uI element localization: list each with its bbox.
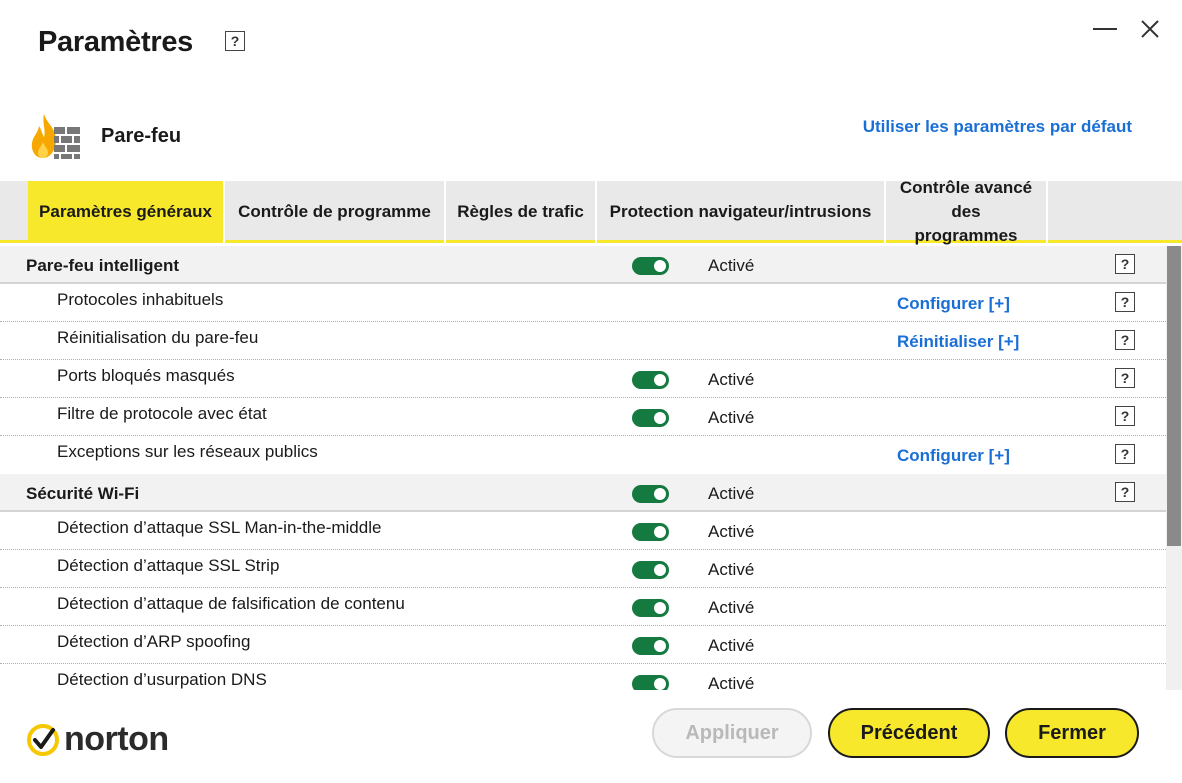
- row-label: Détection d’attaque de falsification de …: [57, 594, 405, 613]
- table-row: Ports bloqués masqués Activé ?: [0, 360, 1166, 398]
- row-state: Activé: [708, 256, 755, 275]
- table-row: Détection d’attaque SSL Man-in-the-middl…: [0, 512, 1166, 550]
- norton-check-icon: [27, 723, 59, 756]
- configure-link[interactable]: Configurer [+]: [897, 294, 1010, 314]
- toggle-switch[interactable]: [632, 675, 669, 690]
- row-label: Pare-feu intelligent: [26, 256, 180, 275]
- row-help-icon[interactable]: ?: [1115, 482, 1135, 502]
- table-row: Réinitialisation du pare-feu Réinitialis…: [0, 322, 1166, 360]
- settings-table: Pare-feu intelligent Activé ? Protocoles…: [0, 246, 1166, 690]
- table-row: Filtre de protocole avec état Activé ?: [0, 398, 1166, 436]
- window-title: Paramètres: [38, 26, 193, 58]
- row-state: Activé: [708, 484, 755, 503]
- row-label: Détection d’attaque SSL Strip: [57, 556, 280, 575]
- toggle-switch[interactable]: [632, 409, 669, 427]
- minimize-icon[interactable]: [1093, 28, 1117, 30]
- row-help-icon[interactable]: ?: [1115, 254, 1135, 274]
- row-state: Activé: [708, 408, 755, 427]
- tab-browser-intrusion-protection[interactable]: Protection navigateur/intrusions: [597, 181, 886, 243]
- row-help-icon[interactable]: ?: [1115, 444, 1135, 464]
- tab-bar: Paramètres généraux Contrôle de programm…: [0, 178, 1182, 245]
- table-row: Détection d’usurpation DNS Activé: [0, 664, 1166, 690]
- row-label: Détection d’ARP spoofing: [57, 632, 251, 651]
- section-title: Pare-feu: [101, 125, 182, 147]
- row-label: Sécurité Wi-Fi: [26, 484, 140, 503]
- row-label: Détection d’attaque SSL Man-in-the-middl…: [57, 518, 382, 537]
- row-help-icon[interactable]: ?: [1115, 330, 1135, 350]
- row-state: Activé: [708, 674, 755, 690]
- row-help-icon[interactable]: ?: [1115, 406, 1135, 426]
- scrollbar-thumb[interactable]: [1167, 246, 1181, 546]
- table-row: Détection d’attaque SSL Strip Activé: [0, 550, 1166, 588]
- toggle-switch[interactable]: [632, 637, 669, 655]
- close-button[interactable]: Fermer: [1005, 708, 1139, 758]
- row-label: Filtre de protocole avec état: [57, 404, 267, 423]
- row-state: Activé: [708, 370, 755, 389]
- configure-link[interactable]: Configurer [+]: [897, 446, 1010, 466]
- toggle-switch[interactable]: [632, 485, 669, 503]
- tab-general-settings[interactable]: Paramètres généraux: [28, 181, 225, 243]
- toggle-switch[interactable]: [632, 599, 669, 617]
- tab-traffic-rules[interactable]: Règles de trafic: [446, 181, 597, 243]
- row-label: Exceptions sur les réseaux publics: [57, 442, 318, 461]
- row-help-icon[interactable]: ?: [1115, 292, 1135, 312]
- row-state: Activé: [708, 598, 755, 617]
- row-help-icon[interactable]: ?: [1115, 368, 1135, 388]
- toggle-switch[interactable]: [632, 523, 669, 541]
- close-icon[interactable]: [1138, 17, 1162, 41]
- group-row-wifi-security: Sécurité Wi-Fi Activé ?: [0, 474, 1166, 512]
- table-row: Détection d’ARP spoofing Activé: [0, 626, 1166, 664]
- use-default-settings-link[interactable]: Utiliser les paramètres par défaut: [863, 117, 1132, 137]
- toggle-switch[interactable]: [632, 257, 669, 275]
- row-state: Activé: [708, 636, 755, 655]
- title-help-icon[interactable]: ?: [225, 31, 245, 51]
- row-label: Ports bloqués masqués: [57, 366, 235, 385]
- previous-button[interactable]: Précédent: [828, 708, 990, 758]
- tab-advanced-program-control[interactable]: Contrôle avancé des programmes: [886, 178, 1048, 245]
- toggle-switch[interactable]: [632, 561, 669, 579]
- row-label: Protocoles inhabituels: [57, 290, 224, 309]
- apply-button[interactable]: Appliquer: [652, 708, 812, 758]
- row-label: Détection d’usurpation DNS: [57, 670, 267, 689]
- table-row: Exceptions sur les réseaux publics Confi…: [0, 436, 1166, 474]
- table-row: Protocoles inhabituels Configurer [+] ?: [0, 284, 1166, 322]
- row-state: Activé: [708, 560, 755, 579]
- logo-text: norton: [64, 720, 169, 758]
- group-row-smart-firewall: Pare-feu intelligent Activé ?: [0, 246, 1166, 284]
- row-label: Réinitialisation du pare-feu: [57, 328, 259, 347]
- reset-link[interactable]: Réinitialiser [+]: [897, 332, 1019, 352]
- firewall-icon: [31, 114, 80, 159]
- row-state: Activé: [708, 522, 755, 541]
- tab-program-control[interactable]: Contrôle de programme: [225, 181, 446, 243]
- table-row: Détection d’attaque de falsification de …: [0, 588, 1166, 626]
- norton-logo: norton: [26, 720, 169, 759]
- toggle-switch[interactable]: [632, 371, 669, 389]
